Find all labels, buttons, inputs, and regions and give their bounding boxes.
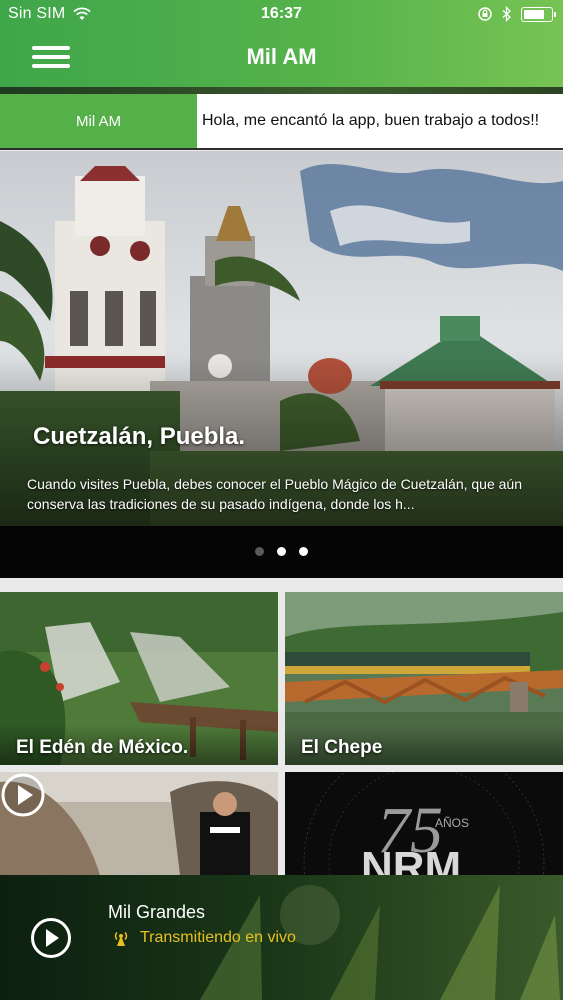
hero-carousel[interactable]: Cuetzalán, Puebla. Cuando visites Puebla… bbox=[0, 151, 563, 526]
player-play-button[interactable] bbox=[30, 917, 72, 959]
app-header: Sin SIM 16:37 Mil AM bbox=[0, 0, 563, 88]
card-el-chepe[interactable]: El Chepe bbox=[285, 592, 563, 765]
status-bar: Sin SIM 16:37 bbox=[0, 0, 563, 30]
ticker-message: Hola, me encantó la app, buen trabajo a … bbox=[202, 112, 540, 129]
broadcast-icon bbox=[114, 931, 128, 946]
battery-fill bbox=[524, 9, 544, 19]
rotation-lock-icon bbox=[478, 7, 492, 21]
player-status: Transmitiendo en vivo bbox=[112, 929, 296, 947]
hero-title: Cuetzalán, Puebla. bbox=[33, 423, 246, 450]
hero-description: Cuando visites Puebla, debes conocer el … bbox=[27, 476, 522, 512]
pager-dots bbox=[0, 547, 563, 556]
ticker-tab[interactable]: Mil AM bbox=[0, 94, 197, 148]
carousel-pager bbox=[0, 526, 563, 578]
pager-dot[interactable] bbox=[255, 547, 264, 556]
svg-text:AÑOS: AÑOS bbox=[435, 816, 469, 830]
card-video[interactable] bbox=[0, 772, 278, 875]
hero-image bbox=[0, 151, 563, 526]
pager-dot[interactable] bbox=[299, 547, 308, 556]
bluetooth-icon bbox=[502, 6, 511, 22]
nav-title: Mil AM bbox=[246, 44, 317, 69]
card-nrm-75[interactable]: 75 AÑOS NRM bbox=[285, 772, 563, 875]
card-label: El Chepe bbox=[301, 737, 383, 758]
nrm-75-logo: 75 AÑOS NRM bbox=[285, 772, 563, 875]
battery-icon bbox=[521, 6, 556, 22]
play-video-icon[interactable] bbox=[0, 772, 46, 818]
message-ticker: Mil AM Hola, me encantó la app, buen tra… bbox=[0, 94, 563, 150]
pager-dot[interactable] bbox=[277, 547, 286, 556]
nav-bar: Mil AM bbox=[0, 30, 563, 86]
status-right bbox=[477, 6, 556, 22]
player-status-text: Transmitiendo en vivo bbox=[140, 929, 296, 946]
live-player: Mil Grandes Transmitiendo en vivo bbox=[0, 875, 563, 1000]
header-divider bbox=[0, 87, 563, 94]
card-el-eden[interactable]: El Edén de México. bbox=[0, 592, 278, 765]
card-label: El Edén de México. bbox=[16, 737, 189, 758]
player-title: Mil Grandes bbox=[108, 902, 206, 922]
svg-text:NRM: NRM bbox=[361, 843, 461, 875]
